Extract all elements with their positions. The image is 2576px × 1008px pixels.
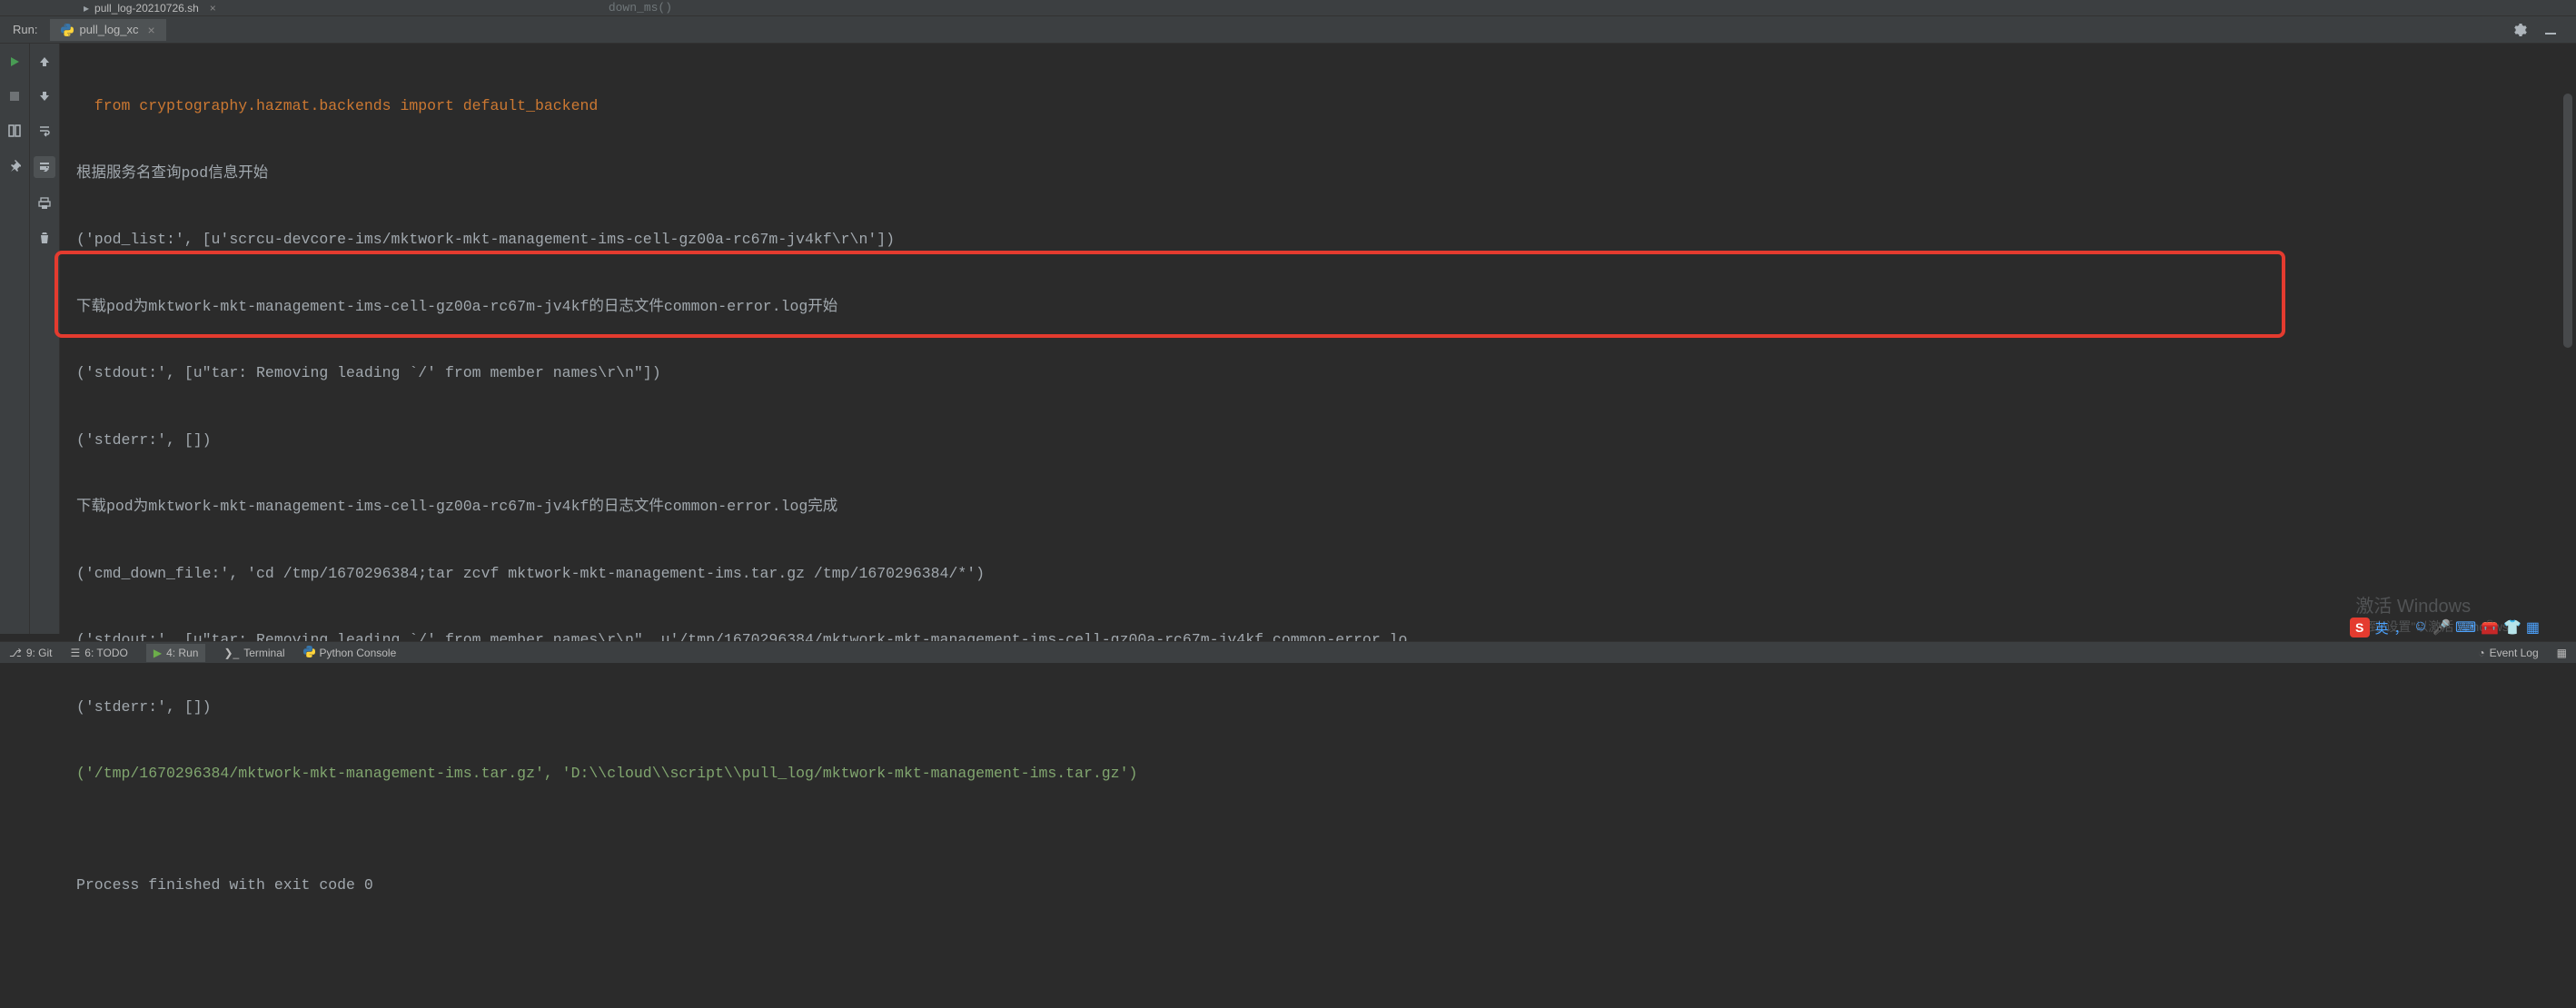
python-icon bbox=[303, 646, 315, 660]
bottom-tab-git[interactable]: ⎇ 9: Git bbox=[9, 647, 53, 659]
close-icon[interactable]: × bbox=[210, 2, 216, 15]
minimize-icon[interactable] bbox=[2541, 21, 2560, 39]
editor-tabs: ▸ pull_log-20210726.sh × down_ms() bbox=[0, 0, 2576, 16]
ime-icons: ☺ 🎤 ⌨ 🧰 👕 ▦ bbox=[2413, 618, 2540, 637]
console-line: ('cmd_down_file:', 'cd /tmp/1670296384;t… bbox=[76, 563, 2576, 586]
console-output[interactable]: from cryptography.hazmat.backends import… bbox=[60, 44, 2576, 634]
python-icon bbox=[61, 24, 74, 36]
emoji-icon[interactable]: ☺ bbox=[2413, 618, 2428, 637]
up-arrow-icon[interactable] bbox=[35, 53, 54, 71]
event-log-icon: ◔ bbox=[2478, 647, 2484, 659]
close-icon[interactable]: × bbox=[148, 23, 155, 37]
bottom-tab-grid[interactable]: ▦ bbox=[2557, 647, 2567, 659]
editor-partial-text: down_ms() bbox=[609, 1, 672, 15]
run-icon: ▶ bbox=[154, 647, 162, 659]
print-icon[interactable] bbox=[35, 194, 54, 212]
bottom-tool-bar: ⎇ 9: Git ☰ 6: TODO ▶ 4: Run ❯_ Terminal … bbox=[0, 641, 2576, 663]
terminal-icon: ❯_ bbox=[223, 647, 239, 659]
grid-icon[interactable]: ▦ bbox=[2526, 618, 2540, 637]
soft-wrap-icon[interactable] bbox=[35, 122, 54, 140]
shell-file-icon: ▸ bbox=[84, 2, 89, 15]
ime-punct-indicator[interactable]: ， bbox=[2394, 618, 2408, 637]
todo-icon: ☰ bbox=[71, 647, 81, 659]
grid-icon: ▦ bbox=[2557, 647, 2567, 659]
console-line: Process finished with exit code 0 bbox=[76, 875, 2576, 897]
run-tool-column-right bbox=[30, 44, 60, 634]
console-line: ('/tmp/1670296384/mktwork-mkt-management… bbox=[76, 763, 2576, 786]
bottom-tab-python-console[interactable]: Python Console bbox=[303, 646, 397, 660]
pin-icon[interactable] bbox=[5, 156, 24, 174]
bottom-tab-run[interactable]: ▶ 4: Run bbox=[146, 644, 206, 662]
console-line: 根据服务名查询pod信息开始 bbox=[76, 163, 2576, 185]
run-panel-body: from cryptography.hazmat.backends import… bbox=[0, 44, 2576, 634]
run-tool-column-left bbox=[0, 44, 30, 634]
trash-icon[interactable] bbox=[35, 229, 54, 247]
console-scrollbar[interactable] bbox=[2563, 94, 2572, 348]
sogou-logo-icon[interactable]: S bbox=[2350, 618, 2370, 637]
layout-icon[interactable] bbox=[5, 122, 24, 140]
console-line: ('stdout:', [u"tar: Removing leading `/'… bbox=[76, 362, 2576, 385]
bottom-tab-todo[interactable]: ☰ 6: TODO bbox=[71, 647, 128, 659]
keyboard-icon[interactable]: ⌨ bbox=[2455, 618, 2476, 637]
skin-icon[interactable]: 👕 bbox=[2503, 618, 2522, 637]
rerun-icon[interactable] bbox=[5, 53, 24, 71]
stop-icon[interactable] bbox=[5, 87, 24, 105]
console-line: ('stderr:', []) bbox=[76, 430, 2576, 452]
down-arrow-icon[interactable] bbox=[35, 87, 54, 105]
run-tab-label: pull_log_xc bbox=[79, 23, 138, 36]
console-line: ('stderr:', []) bbox=[76, 697, 2576, 719]
run-panel-label: Run: bbox=[0, 23, 50, 36]
bottom-tab-terminal[interactable]: ❯_ Terminal bbox=[223, 647, 284, 659]
scroll-to-end-icon[interactable] bbox=[34, 156, 55, 178]
git-icon: ⎇ bbox=[9, 647, 22, 659]
highlight-box bbox=[54, 251, 2285, 338]
editor-tab-shell[interactable]: ▸ pull_log-20210726.sh × bbox=[73, 0, 227, 16]
gear-icon[interactable] bbox=[2511, 21, 2529, 39]
ime-language-indicator[interactable]: 英 bbox=[2375, 618, 2389, 637]
editor-tab-label: pull_log-20210726.sh bbox=[94, 2, 199, 15]
console-line: 下载pod为mktwork-mkt-management-ims-cell-gz… bbox=[76, 496, 2576, 519]
console-line: from cryptography.hazmat.backends import… bbox=[76, 95, 2576, 118]
run-panel-header: Run: pull_log_xc × bbox=[0, 16, 2576, 44]
console-line: ('pod_list:', [u'scrcu-devcore-ims/mktwo… bbox=[76, 229, 2576, 252]
toolbox-icon[interactable]: 🧰 bbox=[2481, 618, 2499, 637]
mic-icon[interactable]: 🎤 bbox=[2432, 618, 2451, 637]
ime-toolbar[interactable]: S 英 ， ☺ 🎤 ⌨ 🧰 👕 ▦ bbox=[2350, 618, 2540, 637]
bottom-tab-event-log[interactable]: ◔ Event Log bbox=[2478, 647, 2538, 659]
run-configuration-tab[interactable]: pull_log_xc × bbox=[50, 19, 165, 41]
